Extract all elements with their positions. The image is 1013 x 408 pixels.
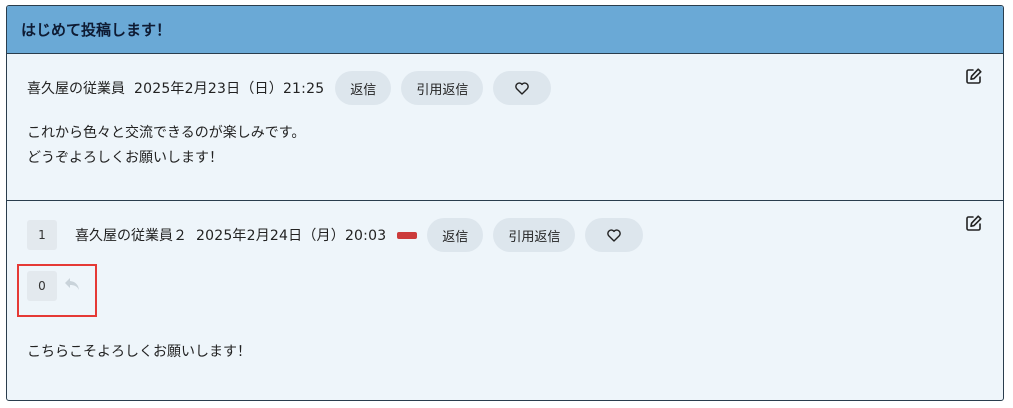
post-body: こちらこそよろしくお願いします！	[27, 340, 251, 365]
post-item: 1 喜久屋の従業員２ 2025年2月24日（月）20:03 返信 引用返信 0 …	[7, 201, 1003, 400]
reply-arrow-icon[interactable]	[64, 277, 80, 291]
post-author: 喜久屋の従業員２	[75, 228, 187, 244]
reply-button[interactable]: 返信	[427, 218, 484, 252]
reply-count-badge[interactable]: 0	[27, 271, 57, 301]
like-button[interactable]	[493, 71, 552, 105]
post-meta: 1 喜久屋の従業員２ 2025年2月24日（月）20:03 返信 引用返信	[27, 218, 653, 252]
quote-reply-button[interactable]: 引用返信	[401, 71, 484, 105]
post-body-line: どうぞよろしくお願いします！	[27, 150, 223, 166]
post-body-line: これから色々と交流できるのが楽しみです。	[27, 125, 306, 141]
post-date: 2025年2月24日（月）20:03	[196, 228, 387, 244]
post-number-badge: 1	[27, 220, 57, 250]
thread-board: はじめて投稿します！ 喜久屋の従業員 2025年2月23日（日）21:25 返信…	[6, 5, 1004, 401]
thread-title: はじめて投稿します！	[21, 21, 172, 39]
quote-reply-button[interactable]: 引用返信	[493, 218, 576, 252]
post-author: 喜久屋の従業員	[27, 81, 125, 97]
post-item: 喜久屋の従業員 2025年2月23日（日）21:25 返信 引用返信 これから色…	[7, 54, 1003, 201]
post-meta: 喜久屋の従業員 2025年2月23日（日）21:25 返信 引用返信	[27, 71, 561, 105]
like-button[interactable]	[585, 218, 644, 252]
post-date: 2025年2月23日（日）21:25	[134, 81, 325, 97]
edit-icon[interactable]	[965, 67, 983, 85]
edit-icon[interactable]	[965, 214, 983, 232]
reply-button[interactable]: 返信	[335, 71, 392, 105]
heart-icon	[515, 81, 530, 95]
status-tag	[397, 231, 418, 239]
post-body-line: こちらこそよろしくお願いします！	[27, 344, 251, 360]
post-body: これから色々と交流できるのが楽しみです。 どうぞよろしくお願いします！	[27, 121, 305, 171]
thread-header: はじめて投稿します！	[7, 6, 1003, 54]
heart-icon	[607, 228, 622, 242]
